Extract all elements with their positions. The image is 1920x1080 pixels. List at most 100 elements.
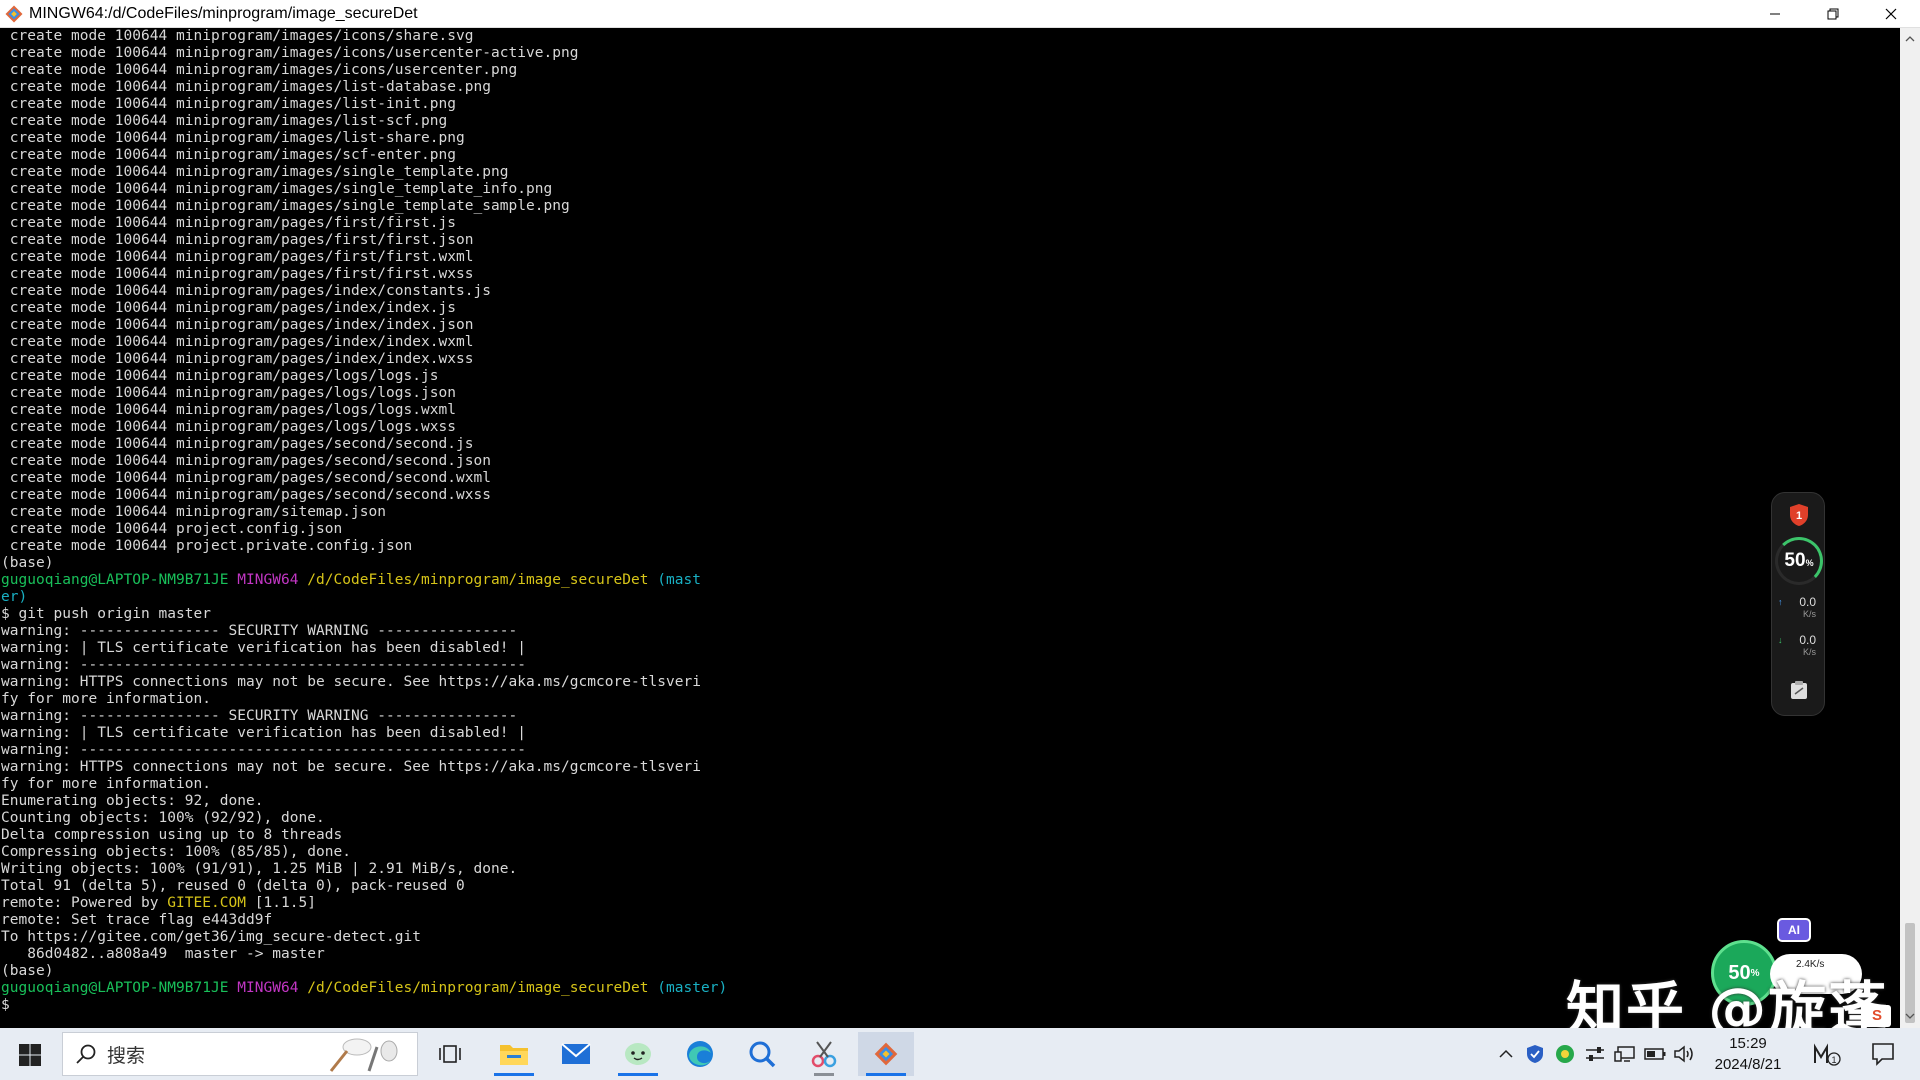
terminal-line: To https://gitee.com/get36/img_secure-de… bbox=[0, 929, 1900, 946]
terminal-text-segment: create mode 100644 miniprogram/images/si… bbox=[1, 198, 570, 214]
terminal-text-segment: warning: HTTPS connections may not be se… bbox=[1, 759, 701, 775]
scrollbar-thumb[interactable] bbox=[1905, 923, 1915, 1023]
terminal-line: warning: ---------------- SECURITY WARNI… bbox=[0, 708, 1900, 725]
window-controls bbox=[1746, 0, 1920, 28]
upload-speed-value: 0.0 bbox=[1799, 595, 1816, 609]
ai-assistant-button[interactable]: AI bbox=[1777, 918, 1811, 942]
terminal-scrollbar[interactable] bbox=[1900, 28, 1920, 1028]
window-titlebar[interactable]: MINGW64:/d/CodeFiles/minprogram/image_se… bbox=[0, 0, 1920, 28]
taskbar-edge-browser[interactable] bbox=[672, 1032, 728, 1076]
terminal-text-segment: create mode 100644 miniprogram/pages/log… bbox=[1, 385, 456, 401]
terminal-line: create mode 100644 miniprogram/images/si… bbox=[0, 181, 1900, 198]
terminal-line: remote: Set trace flag e443dd9f bbox=[0, 912, 1900, 929]
terminal-line: create mode 100644 miniprogram/images/li… bbox=[0, 113, 1900, 130]
start-button[interactable] bbox=[8, 1040, 52, 1070]
taskbar-clock[interactable]: 15:29 2024/8/21 bbox=[1700, 1033, 1796, 1075]
close-button[interactable] bbox=[1862, 0, 1920, 28]
taskbar-file-explorer[interactable] bbox=[486, 1032, 542, 1076]
terminal-line: Writing objects: 100% (91/91), 1.25 MiB … bbox=[0, 861, 1900, 878]
terminal-line: create mode 100644 miniprogram/pages/fir… bbox=[0, 215, 1900, 232]
minimize-button[interactable] bbox=[1746, 0, 1804, 28]
tray-ime-mode[interactable]: 1 bbox=[1810, 1028, 1844, 1080]
terminal-line: warning: HTTPS connections may not be se… bbox=[0, 759, 1900, 776]
search-icon bbox=[76, 1044, 96, 1064]
taskbar-snipping-tool[interactable] bbox=[796, 1032, 852, 1076]
terminal-line: warning: | TLS certificate verification … bbox=[0, 725, 1900, 742]
tray-settings-sliders[interactable] bbox=[1582, 1028, 1608, 1080]
terminal-text-segment: create mode 100644 miniprogram/pages/ind… bbox=[1, 283, 491, 299]
terminal-line: create mode 100644 miniprogram/pages/log… bbox=[0, 368, 1900, 385]
terminal-text-segment: guguoqiang@LAPTOP-NM9B71JE bbox=[1, 572, 238, 588]
memory-usage-percent: 50% bbox=[1784, 550, 1813, 572]
restore-icon bbox=[1827, 8, 1839, 20]
taskbar-wechat-devtools[interactable] bbox=[610, 1032, 666, 1076]
terminal-text-segment: warning: ---------------- SECURITY WARNI… bbox=[1, 708, 518, 724]
terminal-text-segment: [1.1.5] bbox=[246, 895, 316, 911]
network-speed-widget[interactable]: 1 50% ↑ 0.0 K/s ↓ 0.0 K/s bbox=[1771, 492, 1825, 716]
task-view-icon bbox=[439, 1045, 461, 1063]
edge-browser-icon bbox=[687, 1041, 713, 1067]
terminal-text-segment: remote: Powered by bbox=[1, 895, 168, 911]
upload-speed-unit: K/s bbox=[1802, 609, 1816, 619]
terminal-line: warning: ---------------- SECURITY WARNI… bbox=[0, 623, 1900, 640]
terminal-line: create mode 100644 miniprogram/pages/log… bbox=[0, 385, 1900, 402]
terminal-line: create mode 100644 miniprogram/images/li… bbox=[0, 79, 1900, 96]
taskbar-task-view[interactable] bbox=[422, 1032, 478, 1076]
tray-battery[interactable] bbox=[1642, 1028, 1668, 1080]
scroll-up-arrow-icon[interactable] bbox=[1905, 34, 1915, 44]
tray-defender[interactable] bbox=[1522, 1028, 1548, 1080]
terminal-text-segment: fy for more information. bbox=[1, 691, 211, 707]
ime-sogou-icon[interactable]: S bbox=[1863, 1005, 1891, 1027]
close-icon bbox=[1885, 8, 1897, 20]
terminal-text-segment: create mode 100644 project.config.json bbox=[1, 521, 343, 537]
terminal-text-segment: create mode 100644 miniprogram/sitemap.j… bbox=[1, 504, 386, 520]
terminal-output[interactable]: create mode 100644 miniprogram/images/ic… bbox=[0, 28, 1900, 1028]
tray-green-app[interactable] bbox=[1552, 1028, 1578, 1080]
terminal-line: warning: -------------------------------… bbox=[0, 657, 1900, 674]
sliders-icon bbox=[1586, 1047, 1604, 1061]
terminal-line: Counting objects: 100% (92/92), done. bbox=[0, 810, 1900, 827]
minimize-icon bbox=[1770, 13, 1780, 15]
terminal-line: create mode 100644 miniprogram/pages/log… bbox=[0, 419, 1900, 436]
tray-network[interactable] bbox=[1612, 1028, 1638, 1080]
terminal-line: fy for more information. bbox=[0, 691, 1900, 708]
tray-overflow-chevron[interactable] bbox=[1494, 1028, 1518, 1080]
terminal-line: create mode 100644 miniprogram/pages/ind… bbox=[0, 317, 1900, 334]
terminal-line: create mode 100644 miniprogram/pages/sec… bbox=[0, 453, 1900, 470]
terminal-line: warning: -------------------------------… bbox=[0, 742, 1900, 759]
terminal-text-segment: $ git push origin master bbox=[1, 606, 211, 622]
terminal-text-segment: create mode 100644 miniprogram/images/li… bbox=[1, 96, 456, 112]
terminal-line: create mode 100644 miniprogram/images/li… bbox=[0, 96, 1900, 113]
terminal-line: Enumerating objects: 92, done. bbox=[0, 793, 1900, 810]
terminal-text-segment: warning: | TLS certificate verification … bbox=[1, 640, 526, 656]
tray-volume[interactable] bbox=[1672, 1028, 1698, 1080]
terminal-line: create mode 100644 miniprogram/pages/ind… bbox=[0, 351, 1900, 368]
terminal-text-segment: /d/CodeFiles/minprogram/image_secureDet bbox=[307, 572, 658, 588]
terminal-text-segment: create mode 100644 miniprogram/images/sc… bbox=[1, 147, 456, 163]
restore-button[interactable] bbox=[1804, 0, 1862, 28]
terminal-line: create mode 100644 miniprogram/pages/sec… bbox=[0, 470, 1900, 487]
terminal-line: create mode 100644 miniprogram/pages/sec… bbox=[0, 487, 1900, 504]
terminal-text-segment: 86d0482..a808a49 master -> master bbox=[1, 946, 325, 962]
terminal-text-segment: create mode 100644 miniprogram/pages/fir… bbox=[1, 266, 474, 282]
download-speed-unit: K/s bbox=[1802, 647, 1816, 657]
taskbar-search-box[interactable]: 搜索 bbox=[62, 1032, 418, 1076]
memory-usage-ring[interactable]: 50% bbox=[1775, 537, 1823, 585]
green-app-icon bbox=[1556, 1045, 1574, 1063]
memory-usage-value: 50 bbox=[1784, 550, 1806, 571]
terminal-line: create mode 100644 miniprogram/images/li… bbox=[0, 130, 1900, 147]
clipboard-icon[interactable] bbox=[1788, 679, 1810, 701]
taskbar-search-app[interactable] bbox=[734, 1032, 790, 1076]
taskbar-mail[interactable] bbox=[548, 1032, 604, 1076]
terminal-line: create mode 100644 miniprogram/pages/log… bbox=[0, 402, 1900, 419]
notification-center-icon[interactable] bbox=[1870, 1041, 1896, 1067]
download-speed: ↓ 0.0 K/s bbox=[1778, 633, 1822, 657]
terminal-text-segment: create mode 100644 miniprogram/images/ic… bbox=[1, 28, 474, 44]
terminal-line: create mode 100644 project.config.json bbox=[0, 521, 1900, 538]
taskbar-git-bash[interactable] bbox=[858, 1032, 914, 1076]
terminal-text-segment: create mode 100644 miniprogram/pages/sec… bbox=[1, 470, 491, 486]
terminal-line: create mode 100644 miniprogram/images/ic… bbox=[0, 45, 1900, 62]
download-arrow-icon: ↓ bbox=[1778, 635, 1783, 645]
scroll-down-arrow-icon[interactable] bbox=[1905, 1011, 1915, 1021]
security-shield-icon[interactable]: 1 bbox=[1788, 503, 1810, 527]
